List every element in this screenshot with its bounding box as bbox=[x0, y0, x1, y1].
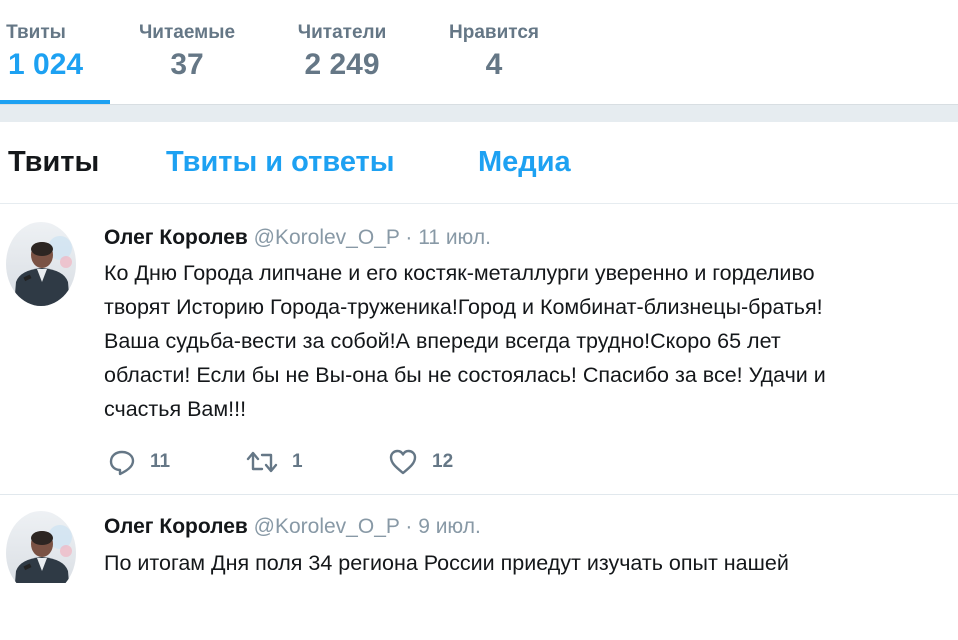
separator: · bbox=[405, 515, 413, 538]
tweet-actions: 11 1 12 bbox=[104, 447, 504, 477]
tweet-text-line: По итогам Дня поля 34 региона России при… bbox=[104, 551, 789, 575]
tab-tweets[interactable]: Твиты bbox=[8, 146, 99, 179]
tab-tweets-and-replies[interactable]: Твиты и ответы bbox=[166, 146, 395, 179]
stat-following[interactable]: Читаемые 37 bbox=[130, 0, 244, 104]
section-gap bbox=[0, 105, 958, 122]
stat-following-value: 37 bbox=[170, 48, 204, 81]
tweet-text: По итогам Дня поля 34 региона России при… bbox=[104, 546, 954, 580]
stat-followers-label: Читатели bbox=[297, 22, 387, 43]
stat-following-label: Читаемые bbox=[138, 22, 236, 43]
like-button[interactable]: 12 bbox=[388, 447, 453, 477]
timeline: Твиты Твиты и ответы Медиа Олег Королев … bbox=[0, 122, 958, 640]
stat-tweets-value: 1 024 bbox=[8, 48, 84, 81]
retweet-count: 1 bbox=[292, 451, 303, 472]
author-name[interactable]: Олег Королев bbox=[104, 515, 248, 538]
active-tab-indicator bbox=[0, 100, 110, 104]
author-handle[interactable]: @Korolev_O_P bbox=[254, 226, 400, 249]
tweet-date[interactable]: 11 июл. bbox=[418, 226, 491, 249]
tweet-1[interactable]: Олег Королев @Korolev_O_P · 11 июл. Ко Д… bbox=[0, 204, 958, 494]
stat-tweets-label: Твиты bbox=[6, 22, 66, 43]
cropped-area bbox=[0, 583, 958, 640]
reply-button[interactable]: 11 bbox=[108, 447, 170, 477]
tweet-text-line: области! Если бы не Вы-она бы не состоял… bbox=[104, 363, 826, 387]
tweet-text-line: творят Историю Города-труженика!Город и … bbox=[104, 295, 823, 319]
stat-followers-value: 2 249 bbox=[304, 48, 380, 81]
timeline-tabs: Твиты Твиты и ответы Медиа bbox=[0, 122, 958, 204]
retweet-button[interactable]: 1 bbox=[246, 447, 303, 477]
avatar-photo bbox=[14, 236, 72, 306]
tweet-text-line: счастья Вам!!! bbox=[104, 397, 247, 421]
heart-icon bbox=[389, 449, 417, 475]
stat-likes[interactable]: Нравится 4 bbox=[438, 0, 550, 104]
author-handle[interactable]: @Korolev_O_P bbox=[254, 515, 400, 538]
stat-followers[interactable]: Читатели 2 249 bbox=[288, 0, 396, 104]
profile-stats-bar: Твиты 1 024 Читаемые 37 Читатели 2 249 Н… bbox=[0, 0, 958, 105]
reply-icon bbox=[109, 450, 135, 476]
tab-media[interactable]: Медиа bbox=[478, 146, 571, 179]
tweet-text-line: Ко Дню Города липчане и его костяк-метал… bbox=[104, 261, 815, 285]
author-name[interactable]: Олег Королев bbox=[104, 226, 248, 249]
tweet-text: Ко Дню Города липчане и его костяк-метал… bbox=[104, 256, 954, 426]
retweet-icon bbox=[246, 451, 278, 473]
tweet-header: Олег Королев @Korolev_O_P · 9 июл. bbox=[104, 515, 481, 539]
stat-tweets[interactable]: Твиты 1 024 bbox=[0, 0, 110, 104]
tweet-date[interactable]: 9 июл. bbox=[418, 515, 481, 538]
tweet-header: Олег Королев @Korolev_O_P · 11 июл. bbox=[104, 226, 491, 250]
like-count: 12 bbox=[432, 451, 454, 472]
separator: · bbox=[405, 226, 413, 249]
reply-count: 11 bbox=[150, 451, 171, 472]
avatar[interactable] bbox=[6, 222, 76, 306]
tweet-text-line: Ваша судьба-вести за собой!А впереди все… bbox=[104, 329, 781, 353]
stat-likes-label: Нравится bbox=[449, 22, 539, 43]
stat-likes-value: 4 bbox=[485, 48, 503, 81]
